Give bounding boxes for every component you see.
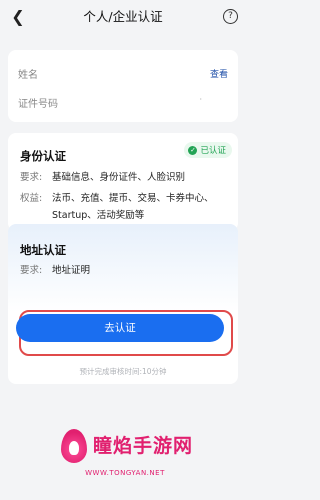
watermark-brand: 瞳焰手游网: [93, 435, 194, 457]
verified-badge-label: 已认证: [200, 146, 226, 156]
address-requirements-key: 要求:: [20, 265, 43, 276]
page-title: 个人/企业认证: [83, 9, 163, 24]
rights-line-1: 法币、充值、提币、交易、卡券中心、: [52, 193, 214, 204]
address-verification-card: 地址认证 要求: 地址证明 去认证 预计完成审核时间:10分钟: [8, 224, 238, 384]
rights-key: 权益:: [20, 193, 43, 204]
watermark: 瞳焰手游网 WWW.TONGYAN.NET: [0, 425, 246, 500]
address-title: 地址认证: [20, 243, 66, 257]
watermark-url: WWW.TONGYAN.NET: [85, 469, 165, 477]
identity-rights: 权益:: [20, 192, 52, 206]
check-circle-icon: ✓: [188, 145, 198, 155]
review-time-hint: 预计完成审核时间:10分钟: [79, 367, 167, 376]
identity-requirements: 要求: 基础信息、身份证件、人脸识别: [20, 171, 185, 185]
question-circle-icon[interactable]: ?: [223, 9, 238, 24]
id-number-label: 证件号码: [18, 99, 58, 110]
requirements-key: 要求:: [20, 172, 43, 183]
chevron-left-icon[interactable]: ❮: [9, 7, 27, 27]
address-requirements-value: 地址证明: [52, 265, 91, 276]
view-link[interactable]: 查看: [210, 67, 228, 80]
requirements-value: 基础信息、身份证件、人脸识别: [52, 172, 186, 183]
verified-badge: ✓ 已认证: [184, 142, 232, 158]
rights-line-2: Startup、活动奖励等: [52, 210, 145, 221]
identity-verification-card: 身份认证 ✓ 已认证 要求: 基础信息、身份证件、人脸识别 权益: 法币、充值、提…: [8, 133, 238, 231]
personal-info-card: 姓名 查看 证件号码 ·: [8, 50, 238, 122]
identity-title: 身份认证: [20, 149, 66, 163]
id-number-value: ·: [199, 95, 202, 104]
name-label: 姓名: [18, 70, 38, 81]
flame-logo-icon: [61, 429, 87, 463]
verify-button[interactable]: 去认证: [16, 314, 224, 342]
address-requirements: 要求: 地址证明: [20, 264, 90, 278]
top-bar: ❮ 个人/企业认证 ?: [0, 0, 246, 36]
